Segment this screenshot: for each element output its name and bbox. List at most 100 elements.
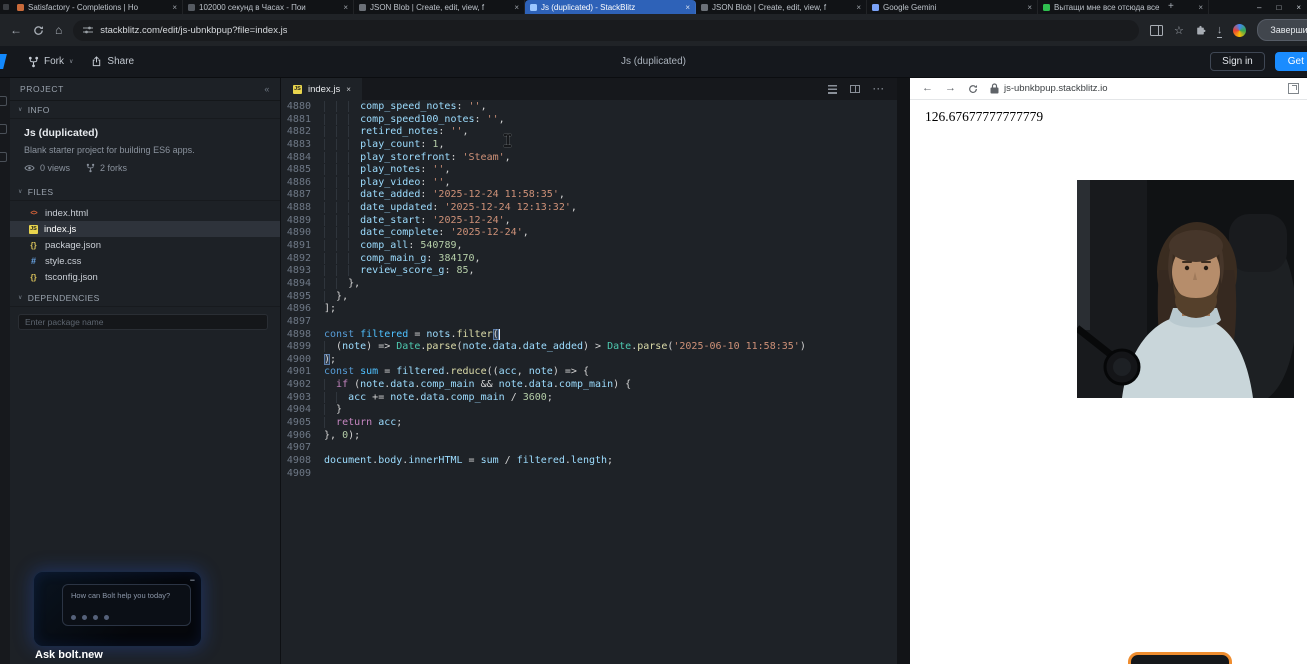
open-in-new-window-button[interactable] bbox=[1288, 83, 1299, 94]
tab-close-icon[interactable]: × bbox=[685, 3, 690, 12]
maximize-button[interactable]: □ bbox=[1276, 3, 1281, 12]
reload-button[interactable] bbox=[33, 25, 44, 36]
tab-close-icon[interactable]: × bbox=[172, 3, 177, 12]
code-line[interactable]: 4894 }, bbox=[281, 278, 897, 291]
file-item-index.html[interactable]: <>index.html bbox=[10, 205, 280, 221]
fork-button[interactable]: Fork ∨ bbox=[28, 56, 73, 68]
profile-avatar[interactable] bbox=[1233, 24, 1246, 37]
tab-close-icon[interactable]: × bbox=[856, 3, 861, 12]
code-line[interactable]: 4884 play_storefront: 'Steam', bbox=[281, 152, 897, 165]
url-bar[interactable]: stackblitz.com/edit/js-ubnkbpup?file=ind… bbox=[73, 20, 1139, 41]
file-item-package.json[interactable]: {}package.json bbox=[10, 237, 280, 253]
code-line[interactable]: 4885 play_notes: '', bbox=[281, 164, 897, 177]
code-line[interactable]: 4882 retired_notes: '', bbox=[281, 126, 897, 139]
token: 384170 bbox=[438, 253, 474, 264]
tab-close-icon[interactable]: × bbox=[346, 85, 351, 94]
code-line[interactable]: 4891 comp_all: 540789, bbox=[281, 240, 897, 253]
code-line[interactable]: 4880 comp_speed_notes: '', bbox=[281, 101, 897, 114]
browser-tab[interactable]: Js (duplicated) - StackBlitz× bbox=[525, 0, 696, 14]
back-button[interactable]: ← bbox=[10, 24, 22, 36]
code-line[interactable]: 4902 if (note.data.comp_main && note.dat… bbox=[281, 379, 897, 392]
code-line[interactable]: 4895 }, bbox=[281, 291, 897, 304]
bolt-minimize-button[interactable]: − bbox=[190, 575, 195, 585]
browser-tab[interactable]: Google Gemini× bbox=[867, 0, 1038, 14]
browser-tab[interactable]: JSON Blob | Create, edit, view, f× bbox=[354, 0, 525, 14]
share-icon bbox=[91, 56, 102, 67]
code-line[interactable]: 4903 acc += note.data.comp_main / 3600; bbox=[281, 392, 897, 405]
preview-forward-button[interactable]: → bbox=[945, 83, 956, 94]
browser-tab[interactable]: 102000 секунд в Часах - Пои× bbox=[183, 0, 354, 14]
code-line[interactable]: 4883 play_count: 1, bbox=[281, 139, 897, 152]
preview-back-button[interactable]: ← bbox=[922, 83, 933, 94]
code-line[interactable]: 4909 bbox=[281, 468, 897, 481]
dependency-input[interactable] bbox=[18, 314, 268, 330]
download-button[interactable]: ↓ bbox=[1217, 25, 1223, 36]
code-line[interactable]: 4897 bbox=[281, 316, 897, 329]
get-started-button[interactable]: Get sta bbox=[1275, 52, 1307, 71]
tab-close-icon[interactable]: × bbox=[1198, 3, 1203, 12]
subscribe-overlay[interactable] bbox=[1128, 652, 1232, 664]
code-line[interactable]: 4908document.body.innerHTML = sum / filt… bbox=[281, 455, 897, 468]
code-line[interactable]: 4890 date_complete: '2025-12-24', bbox=[281, 227, 897, 240]
site-settings-icon[interactable] bbox=[83, 25, 93, 35]
code-line[interactable]: 4906}, 0); bbox=[281, 430, 897, 443]
file-item-style.css[interactable]: #style.css bbox=[10, 253, 280, 269]
line-number: 4902 bbox=[281, 379, 311, 392]
code-line[interactable]: 4899 (note) => Date.parse(note.data.date… bbox=[281, 341, 897, 354]
browser-tab[interactable]: JSON Blob | Create, edit, view, f× bbox=[696, 0, 867, 14]
format-code-icon[interactable] bbox=[828, 85, 837, 94]
browser-tab[interactable]: Вытащи мне все отсюда все× bbox=[1038, 0, 1209, 14]
share-button[interactable]: Share bbox=[91, 56, 134, 67]
preview-url-group[interactable]: js-ubnkbpup.stackblitz.io bbox=[990, 83, 1108, 94]
ask-bolt-link[interactable]: Ask bolt.new bbox=[35, 649, 103, 661]
code-line[interactable]: 4898const filtered = nots.filter( bbox=[281, 329, 897, 342]
browser-tab[interactable]: Satisfactory - Completions | Ho× bbox=[12, 0, 183, 14]
code-line[interactable]: 4900); bbox=[281, 354, 897, 367]
code-line[interactable]: 4907 bbox=[281, 442, 897, 455]
section-dependencies[interactable]: ∨ DEPENDENCIES bbox=[10, 289, 280, 307]
code-line[interactable]: 4904 } bbox=[281, 404, 897, 417]
activity-icon[interactable] bbox=[0, 152, 7, 162]
code-line[interactable]: 4887 date_added: '2025-12-24 11:58:35', bbox=[281, 189, 897, 202]
close-button[interactable]: × bbox=[1296, 3, 1301, 12]
section-info[interactable]: ∨ INFO bbox=[10, 101, 280, 119]
code-line[interactable]: 4905 return acc; bbox=[281, 417, 897, 430]
tab-close-icon[interactable]: × bbox=[514, 3, 519, 12]
code-line[interactable]: 4901const sum = filtered.reduce((acc, no… bbox=[281, 366, 897, 379]
editor-tab-indexjs[interactable]: JS index.js × bbox=[281, 78, 362, 100]
section-files[interactable]: ∨ FILES bbox=[10, 183, 280, 201]
bolt-widget-card[interactable]: − How can Bolt help you today? bbox=[33, 571, 202, 647]
new-tab-button[interactable]: + bbox=[1162, 0, 1180, 14]
preview-url[interactable]: js-ubnkbpup.stackblitz.io bbox=[1004, 83, 1108, 94]
split-editor-icon[interactable] bbox=[850, 85, 860, 93]
home-button[interactable]: ⌂ bbox=[55, 24, 62, 36]
extensions-button[interactable] bbox=[1195, 25, 1206, 36]
file-item-tsconfig.json[interactable]: {}tsconfig.json bbox=[10, 269, 280, 285]
sidebar-collapse-icon[interactable]: « bbox=[264, 84, 270, 94]
code-line[interactable]: 4886 play_video: '', bbox=[281, 177, 897, 190]
file-item-index.js[interactable]: JSindex.js bbox=[10, 221, 280, 237]
minimize-button[interactable]: – bbox=[1257, 3, 1261, 12]
sign-in-button[interactable]: Sign in bbox=[1210, 52, 1265, 71]
code-line[interactable]: 4893 review_score_g: 85, bbox=[281, 265, 897, 278]
side-panel-button[interactable] bbox=[1150, 25, 1163, 36]
activity-icon[interactable] bbox=[0, 124, 7, 134]
update-button[interactable]: Завершить обновле bbox=[1257, 19, 1307, 41]
token: date_added bbox=[360, 189, 420, 200]
bookmark-star-button[interactable]: ☆ bbox=[1174, 24, 1184, 37]
code-line[interactable]: 4889 date_start: '2025-12-24', bbox=[281, 215, 897, 228]
code-line[interactable]: 4896]; bbox=[281, 303, 897, 316]
code-line[interactable]: 4892 comp_main_g: 384170, bbox=[281, 253, 897, 266]
preview-refresh-button[interactable] bbox=[968, 84, 978, 94]
pane-divider[interactable] bbox=[897, 78, 910, 664]
code-line[interactable]: 4881 comp_speed100_notes: '', bbox=[281, 114, 897, 127]
tab-search-icon[interactable] bbox=[3, 4, 9, 10]
activity-icon[interactable] bbox=[0, 96, 7, 106]
token bbox=[348, 253, 360, 264]
tab-close-icon[interactable]: × bbox=[343, 3, 348, 12]
code-line[interactable]: 4888 date_updated: '2025-12-24 12:13:32'… bbox=[281, 202, 897, 215]
more-actions-icon[interactable]: ··· bbox=[873, 84, 885, 94]
tab-close-icon[interactable]: × bbox=[1027, 3, 1032, 12]
url-text[interactable]: stackblitz.com/edit/js-ubnkbpup?file=ind… bbox=[100, 25, 287, 36]
code-area[interactable]: 4880 comp_speed_notes: '',4881 comp_spee… bbox=[281, 100, 897, 480]
